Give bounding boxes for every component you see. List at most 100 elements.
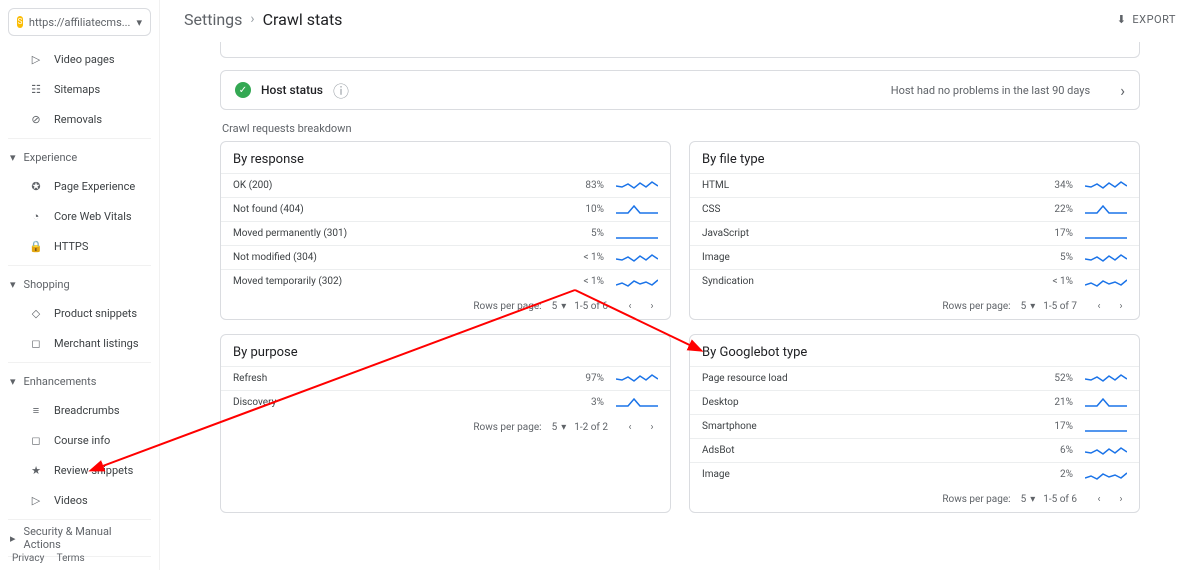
sidebar-item-breadcrumbs[interactable]: ≡ Breadcrumbs — [0, 395, 159, 425]
video-icon: ▷ — [28, 492, 44, 508]
row-pct: 17% — [1043, 228, 1073, 239]
sparkline — [1085, 372, 1127, 386]
export-label: EXPORT — [1132, 13, 1176, 26]
page-range: 1-5 of 6 — [574, 301, 608, 312]
row-name: Image — [702, 252, 1043, 263]
rows-per-page-select[interactable]: 5▾ — [1021, 494, 1036, 505]
section-label: Crawl requests breakdown — [222, 122, 1140, 135]
page-next-button[interactable]: › — [1113, 494, 1129, 505]
breadcrumb: Settings › Crawl stats ⬇ EXPORT — [160, 0, 1200, 38]
host-status-title: Host status — [261, 83, 323, 97]
table-row[interactable]: CSS22% — [690, 197, 1139, 221]
row-name: Desktop — [702, 397, 1043, 408]
page-prev-button[interactable]: ‹ — [1091, 301, 1107, 312]
row-pct: < 1% — [574, 252, 604, 263]
table-row[interactable]: JavaScript17% — [690, 221, 1139, 245]
row-pct: 6% — [1043, 445, 1073, 456]
page-next-button[interactable]: › — [644, 301, 660, 312]
main: Settings › Crawl stats ⬇ EXPORT ✓ Host s… — [160, 0, 1200, 570]
row-name: AdsBot — [702, 445, 1043, 456]
breadcrumb-settings[interactable]: Settings — [184, 10, 242, 29]
table-row[interactable]: Image2% — [690, 462, 1139, 486]
page-prev-button[interactable]: ‹ — [622, 422, 638, 433]
removals-icon: ⊘ — [28, 111, 44, 127]
sidebar-item-review-snippets[interactable]: ★ Review snippets — [0, 455, 159, 485]
chevron-down-icon: ▾ — [10, 278, 16, 291]
page-next-button[interactable]: › — [644, 422, 660, 433]
page-range: 1-5 of 7 — [1043, 301, 1077, 312]
table-row[interactable]: Moved permanently (301)5% — [221, 221, 670, 245]
sparkline — [616, 227, 658, 241]
sidebar-item-course-info[interactable]: ◻ Course info — [0, 425, 159, 455]
terms-link[interactable]: Terms — [57, 553, 85, 564]
property-selector[interactable]: S https://affiliatecms... ▾ — [8, 8, 151, 36]
sidebar-item-videos[interactable]: ▷ Videos — [0, 485, 159, 515]
table-row[interactable]: Desktop21% — [690, 390, 1139, 414]
table-row[interactable]: Image5% — [690, 245, 1139, 269]
row-pct: 17% — [1043, 421, 1073, 432]
table-row[interactable]: Page resource load52% — [690, 366, 1139, 390]
sidebar-item-label: HTTPS — [54, 240, 88, 253]
page-exp-icon: ✪ — [28, 178, 44, 194]
row-pct: 52% — [1043, 373, 1073, 384]
sitemap-icon: ☷ — [28, 81, 44, 97]
rows-per-page-label: Rows per page: — [473, 301, 541, 312]
sidebar: S https://affiliatecms... ▾ ▷ Video page… — [0, 0, 160, 570]
export-button[interactable]: ⬇ EXPORT — [1117, 13, 1176, 26]
table-row[interactable]: OK (200)83% — [221, 173, 670, 197]
rows-per-page-select[interactable]: 5▾ — [1021, 301, 1036, 312]
table-row[interactable]: Discovery3% — [221, 390, 670, 414]
table-row[interactable]: HTML34% — [690, 173, 1139, 197]
host-status-card[interactable]: ✓ Host status ⓘ Host had no problems in … — [220, 70, 1140, 110]
row-pct: 10% — [574, 204, 604, 215]
store-icon: ◻ — [28, 335, 44, 351]
sidebar-item-https[interactable]: 🔒 HTTPS — [0, 231, 159, 261]
rows-per-page-select[interactable]: 5▾ — [552, 301, 567, 312]
row-name: Refresh — [233, 373, 574, 384]
privacy-link[interactable]: Privacy — [12, 553, 44, 564]
sidebar-item-product-snippets[interactable]: ◇ Product snippets — [0, 298, 159, 328]
sidebar-item-page-experience[interactable]: ✪ Page Experience — [0, 171, 159, 201]
row-pct: 5% — [574, 228, 604, 239]
chevron-down-icon: ▾ — [1030, 301, 1035, 312]
sidebar-item-label: Page Experience — [54, 180, 135, 193]
section-shopping[interactable]: ▾ Shopping — [0, 270, 159, 298]
sidebar-item-video-pages[interactable]: ▷ Video pages — [0, 44, 159, 74]
property-url: https://affiliatecms... — [29, 16, 131, 29]
breadcrumb-icon: ≡ — [28, 402, 44, 418]
section-security[interactable]: ▸ Security & Manual Actions — [0, 524, 159, 552]
sidebar-item-removals[interactable]: ⊘ Removals — [0, 104, 159, 134]
rows-per-page-label: Rows per page: — [942, 301, 1010, 312]
breadcrumb-page: Crawl stats — [263, 10, 343, 29]
table-row[interactable]: Smartphone17% — [690, 414, 1139, 438]
table-row[interactable]: Not modified (304)< 1% — [221, 245, 670, 269]
video-icon: ▷ — [28, 51, 44, 67]
section-experience[interactable]: ▾ Experience — [0, 143, 159, 171]
table-row[interactable]: Syndication< 1% — [690, 269, 1139, 293]
table-row[interactable]: AdsBot6% — [690, 438, 1139, 462]
row-name: JavaScript — [702, 228, 1043, 239]
table-row[interactable]: Refresh97% — [221, 366, 670, 390]
sidebar-item-merchant-listings[interactable]: ◻ Merchant listings — [0, 328, 159, 358]
table-row[interactable]: Not found (404)10% — [221, 197, 670, 221]
row-name: Syndication — [702, 276, 1043, 287]
rows-per-page-select[interactable]: 5▾ — [552, 422, 567, 433]
card-by-googlebot: By Googlebot type Page resource load52%D… — [689, 334, 1140, 513]
sidebar-item-cwv[interactable]: ◔ Core Web Vitals — [0, 201, 159, 231]
page-next-button[interactable]: › — [1113, 301, 1129, 312]
page-prev-button[interactable]: ‹ — [622, 301, 638, 312]
row-pct: 2% — [1043, 469, 1073, 480]
sidebar-item-label: Video pages — [54, 53, 115, 66]
sparkline — [1085, 468, 1127, 482]
row-name: HTML — [702, 180, 1043, 191]
table-row[interactable]: Moved temporarily (302)< 1% — [221, 269, 670, 293]
sparkline — [1085, 420, 1127, 434]
sidebar-item-label: Review snippets — [54, 464, 133, 477]
speed-icon: ◔ — [28, 208, 44, 224]
page-prev-button[interactable]: ‹ — [1091, 494, 1107, 505]
card-footer: Rows per page: 5▾ 1-5 of 7 ‹ › — [690, 293, 1139, 319]
sidebar-item-sitemaps[interactable]: ☷ Sitemaps — [0, 74, 159, 104]
section-enhancements[interactable]: ▾ Enhancements — [0, 367, 159, 395]
download-icon: ⬇ — [1117, 13, 1127, 26]
sparkline — [1085, 275, 1127, 289]
